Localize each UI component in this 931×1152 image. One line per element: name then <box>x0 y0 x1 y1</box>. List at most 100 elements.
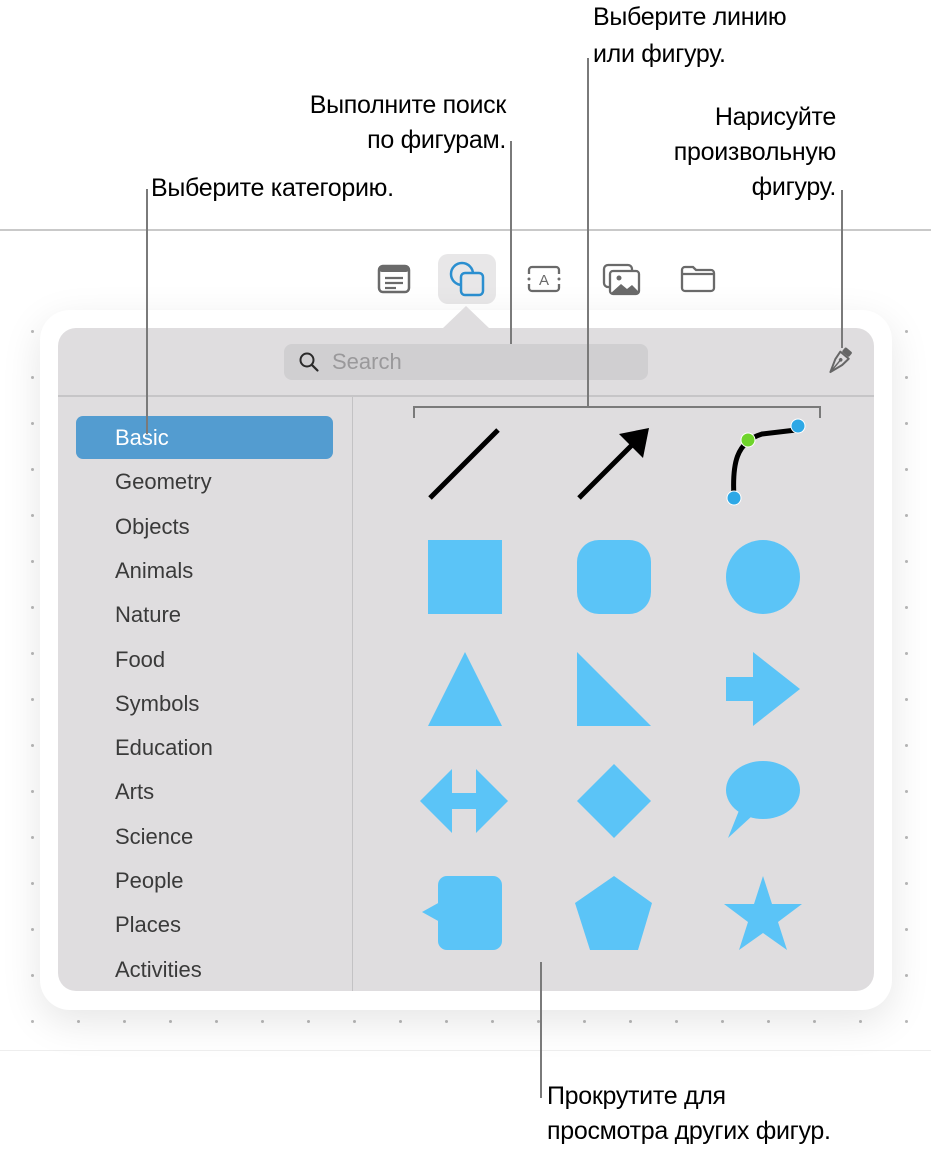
callout-scroll-2: просмотра других фигур. <box>547 1117 831 1145</box>
grid-dot <box>261 1020 264 1023</box>
bracket-left <box>413 406 415 418</box>
sidebar-divider <box>352 397 353 991</box>
grid-dot <box>905 330 908 333</box>
grid-dot <box>169 1020 172 1023</box>
grid-dot <box>31 422 34 425</box>
grid-dot <box>123 1020 126 1023</box>
text-box-icon <box>377 264 411 294</box>
category-arts[interactable]: Arts <box>76 770 333 813</box>
shape-callout-square[interactable] <box>420 872 504 954</box>
grid-dot <box>905 928 908 931</box>
search-field[interactable] <box>284 344 648 380</box>
popover-header-divider <box>58 395 874 397</box>
canvas-bottom-edge <box>0 1050 931 1051</box>
grid-dot <box>307 1020 310 1023</box>
category-geometry[interactable]: Geometry <box>76 460 333 503</box>
grid-dot <box>905 606 908 609</box>
category-animals[interactable]: Animals <box>76 549 333 592</box>
callout-search-2: по фигурам. <box>367 126 506 154</box>
shape-line[interactable] <box>424 424 506 506</box>
callout-draw-2: произвольную <box>673 138 837 166</box>
grid-dot <box>905 560 908 563</box>
grid-dot <box>31 560 34 563</box>
canvas-top-edge <box>0 229 931 231</box>
category-objects[interactable]: Objects <box>76 505 333 548</box>
curve-icon <box>726 418 806 506</box>
shape-speech-bubble[interactable] <box>722 760 804 842</box>
grid-dot <box>445 1020 448 1023</box>
text-box-button[interactable] <box>365 254 423 304</box>
leader-search <box>510 141 512 344</box>
grid-dot <box>859 1020 862 1023</box>
shape-arrow-right[interactable] <box>722 648 804 730</box>
shapes-button[interactable] <box>438 254 496 304</box>
pen-icon <box>829 347 852 374</box>
shape-pentagon[interactable] <box>573 872 655 954</box>
leader-scroll <box>540 962 542 1098</box>
diamond-icon <box>577 764 651 838</box>
category-activities[interactable]: Activities <box>76 948 333 991</box>
grid-dot <box>31 698 34 701</box>
grid-dot <box>905 1020 908 1023</box>
callout-category: Выберите категорию. <box>151 174 394 202</box>
shape-circle[interactable] <box>722 536 804 618</box>
callout-scroll-1: Прокрутите для <box>547 1082 726 1110</box>
callout-shape-2: или фигуру. <box>593 40 726 68</box>
grid-dot <box>77 1020 80 1023</box>
shape-rounded-square[interactable] <box>573 536 655 618</box>
text-button[interactable]: A <box>515 254 573 304</box>
arrow-line-icon <box>577 428 649 500</box>
rounded-square-icon <box>577 540 651 614</box>
media-button[interactable] <box>592 254 650 304</box>
grid-dot <box>629 1020 632 1023</box>
category-nature[interactable]: Nature <box>76 593 333 636</box>
grid-dot <box>905 744 908 747</box>
star-icon <box>724 876 802 950</box>
category-people[interactable]: People <box>76 859 333 902</box>
callout-shape-1: Выберите линию <box>593 3 787 31</box>
category-symbols[interactable]: Symbols <box>76 682 333 725</box>
shape-right-triangle[interactable] <box>573 648 655 730</box>
grid-dot <box>31 882 34 885</box>
shape-curve[interactable] <box>722 418 806 506</box>
grid-dot <box>31 606 34 609</box>
files-button[interactable] <box>669 254 727 304</box>
shape-star[interactable] <box>722 872 804 954</box>
draw-with-pen-button[interactable] <box>822 344 856 378</box>
grid-dot <box>31 330 34 333</box>
shape-double-arrow[interactable] <box>418 760 510 842</box>
category-basic[interactable]: Basic <box>76 416 333 459</box>
grid-dot <box>31 928 34 931</box>
grid-dot <box>905 376 908 379</box>
folder-icon <box>680 265 716 293</box>
grid-dot <box>31 974 34 977</box>
grid-dot <box>905 422 908 425</box>
grid-dot <box>905 974 908 977</box>
category-food[interactable]: Food <box>76 638 333 681</box>
category-places[interactable]: Places <box>76 903 333 946</box>
grid-dot <box>813 1020 816 1023</box>
grid-dot <box>905 790 908 793</box>
square-icon <box>428 540 502 614</box>
category-education[interactable]: Education <box>76 726 333 769</box>
grid-dot <box>767 1020 770 1023</box>
bracket-shape <box>413 406 821 408</box>
category-science[interactable]: Science <box>76 815 333 858</box>
callout-square-icon <box>422 876 502 950</box>
shape-diamond[interactable] <box>573 760 655 842</box>
text-frame-icon: A <box>527 265 561 293</box>
grid-dot <box>399 1020 402 1023</box>
grid-dot <box>31 652 34 655</box>
grid-dot <box>905 468 908 471</box>
shape-arrow-line[interactable] <box>573 424 655 506</box>
shapes-icon <box>449 261 485 297</box>
grid-dot <box>31 744 34 747</box>
search-icon <box>299 352 319 372</box>
grid-dot <box>905 698 908 701</box>
callout-draw-3: фигуру. <box>751 173 837 201</box>
shape-triangle[interactable] <box>424 648 506 730</box>
shape-square[interactable] <box>424 536 506 618</box>
double-arrow-icon <box>420 769 508 833</box>
bracket-right <box>819 406 821 418</box>
callout-search-1: Выполните поиск <box>309 91 507 119</box>
